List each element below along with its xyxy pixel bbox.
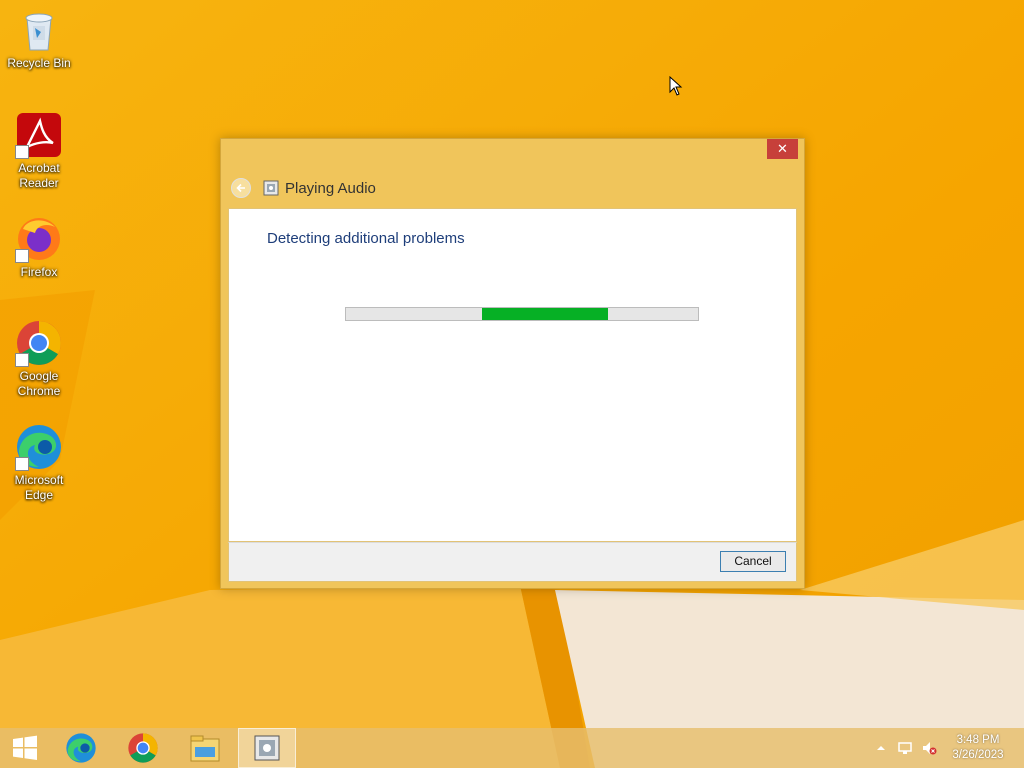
mouse-pointer-icon bbox=[669, 76, 683, 96]
status-heading: Detecting additional problems bbox=[267, 230, 465, 247]
recycle-bin-icon bbox=[15, 6, 63, 54]
shortcut-arrow-icon bbox=[15, 145, 29, 159]
dialog-content: Detecting additional problems bbox=[228, 208, 797, 542]
desktop-icon-label: Microsoft Edge bbox=[14, 473, 64, 502]
network-icon[interactable] bbox=[897, 740, 913, 756]
edge-icon bbox=[15, 423, 63, 471]
firefox-icon bbox=[15, 215, 63, 263]
desktop-icon-firefox[interactable]: Firefox bbox=[4, 215, 74, 280]
desktop-icon-acrobat-reader[interactable]: Acrobat Reader bbox=[4, 111, 74, 191]
shortcut-arrow-icon bbox=[15, 353, 29, 367]
desktop-icon-label: Acrobat Reader bbox=[18, 161, 60, 190]
taskbar: 3:48 PM 3/26/2023 bbox=[0, 728, 1024, 768]
back-arrow-icon bbox=[236, 183, 245, 193]
desktop-icon-label: Recycle Bin bbox=[7, 56, 71, 70]
progress-bar bbox=[345, 307, 699, 321]
close-button[interactable]: ✕ bbox=[767, 139, 798, 159]
desktop-icon-label: Firefox bbox=[20, 265, 58, 279]
desktop-icon-recycle-bin[interactable]: Recycle Bin bbox=[4, 6, 74, 71]
edge-icon bbox=[66, 733, 96, 763]
clock-time: 3:48 PM bbox=[956, 734, 1000, 746]
desktop-icon-label: Google Chrome bbox=[17, 369, 61, 398]
taskbar-edge[interactable] bbox=[52, 728, 110, 768]
chrome-icon bbox=[128, 733, 158, 763]
clock-date: 3/26/2023 bbox=[952, 749, 1004, 761]
taskbar-clock[interactable]: 3:48 PM 3/26/2023 bbox=[948, 733, 1008, 763]
start-button[interactable] bbox=[0, 728, 54, 768]
windows-start-icon bbox=[13, 735, 37, 760]
wizard-nav: Playing Audio bbox=[231, 177, 376, 199]
taskbar-troubleshooter[interactable] bbox=[238, 728, 296, 768]
dialog-title: Playing Audio bbox=[285, 179, 376, 197]
dialog-footer: Cancel bbox=[228, 542, 797, 582]
desktop-icon-google-chrome[interactable]: Google Chrome bbox=[4, 319, 74, 399]
troubleshooter-icon bbox=[254, 735, 280, 761]
taskbar-chrome[interactable] bbox=[114, 728, 172, 768]
show-hidden-icons-icon[interactable] bbox=[873, 740, 889, 756]
chrome-icon bbox=[15, 319, 63, 367]
file-explorer-icon bbox=[190, 735, 220, 762]
shortcut-arrow-icon bbox=[15, 249, 29, 263]
troubleshooter-dialog: ✕ Playing Audio Detecting additional pro… bbox=[220, 138, 805, 589]
taskbar-file-explorer[interactable] bbox=[176, 728, 234, 768]
troubleshooter-icon bbox=[263, 180, 279, 196]
back-button[interactable] bbox=[231, 178, 251, 198]
cancel-button[interactable]: Cancel bbox=[720, 551, 786, 572]
desktop-icon-microsoft-edge[interactable]: Microsoft Edge bbox=[4, 423, 74, 503]
acrobat-reader-icon bbox=[15, 111, 63, 159]
shortcut-arrow-icon bbox=[15, 457, 29, 471]
progress-bar-fill bbox=[481, 308, 609, 320]
volume-muted-icon[interactable] bbox=[921, 740, 937, 756]
